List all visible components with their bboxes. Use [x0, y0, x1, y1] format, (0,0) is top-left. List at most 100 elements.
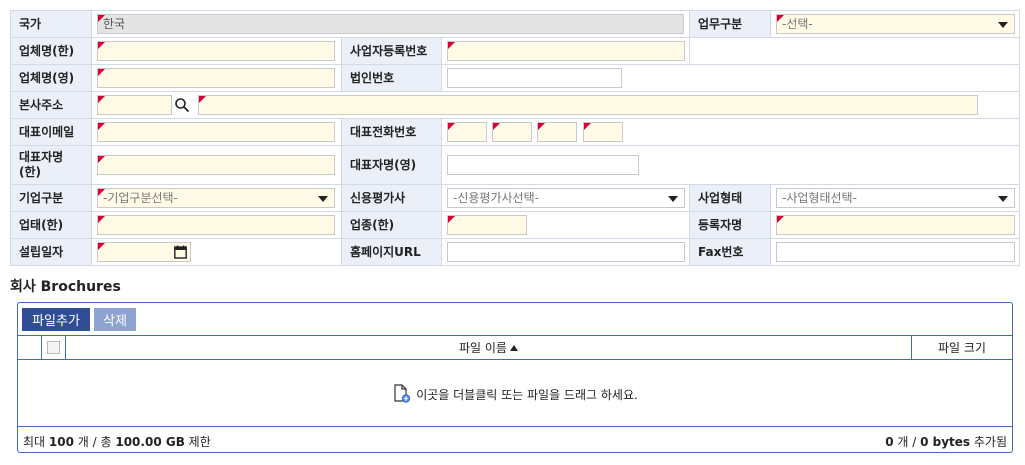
rep-phone-2-input[interactable]: [492, 122, 532, 142]
hq-address-cell: [91, 91, 1020, 119]
fax-input[interactable]: [776, 242, 1015, 262]
required-marker: [98, 96, 105, 103]
rep-name-kr-input[interactable]: [97, 155, 335, 175]
country-field: 한국: [97, 14, 684, 34]
business-form-select[interactable]: -사업형태선택-: [776, 188, 1015, 208]
required-marker: [98, 189, 105, 196]
fax-cell: [770, 238, 1020, 266]
credit-agency-cell: -신용평가사선택-: [441, 184, 690, 212]
country-value: 한국: [103, 17, 126, 31]
category-label: 업종(한): [341, 211, 442, 239]
company-name-en-label: 업체명(영): [10, 64, 92, 92]
credit-agency-label: 신용평가사: [341, 184, 442, 212]
add-file-button[interactable]: 파일추가: [22, 308, 90, 331]
biz-type-label: 업무구분: [689, 10, 771, 38]
uploader-footer: 최대 100 개 / 총 100.00 GB 제한 0 개 / 0 bytes …: [18, 426, 1012, 452]
rep-email-cell: [91, 118, 342, 146]
calendar-icon[interactable]: [174, 245, 187, 259]
chevron-down-icon: [998, 22, 1008, 28]
corp-no-label: 법인번호: [341, 64, 442, 92]
required-marker: [777, 216, 784, 223]
rep-phone-3-input[interactable]: [537, 122, 577, 142]
industry-input[interactable]: [97, 215, 335, 235]
rep-name-kr-cell: [91, 145, 342, 185]
category-input[interactable]: [447, 215, 527, 235]
registrant-cell: [770, 211, 1020, 239]
founded-date-input[interactable]: [97, 242, 191, 262]
category-cell: [441, 211, 690, 239]
rep-email-label: 대표이메일: [10, 118, 92, 146]
required-marker: [98, 216, 105, 223]
biz-reg-no-cell: [441, 37, 690, 65]
chevron-down-icon: [318, 196, 328, 202]
required-marker: [584, 123, 591, 130]
chevron-down-icon: [668, 196, 678, 202]
hq-address-label: 본사주소: [10, 91, 92, 119]
select-all-cell: [42, 336, 66, 359]
company-class-select[interactable]: -기업구분선택-: [97, 188, 335, 208]
select-all-checkbox[interactable]: [47, 341, 60, 354]
upload-status-text: 0 개 / 0 bytes 추가됨: [885, 435, 1007, 449]
file-grid-header: 파일 이름 파일 크기: [18, 335, 1012, 360]
company-name-en-cell: [91, 64, 342, 92]
rep-name-en-cell: [441, 145, 1020, 185]
required-marker: [448, 123, 455, 130]
biz-reg-no-input[interactable]: [447, 41, 685, 61]
founded-label: 설립일자: [10, 238, 92, 266]
required-marker: [98, 15, 105, 22]
corp-no-input[interactable]: [447, 68, 622, 88]
business-form-cell: -사업형태선택-: [770, 184, 1020, 212]
biz-type-select[interactable]: -선택-: [776, 14, 1015, 34]
rep-phone-label: 대표전화번호: [341, 118, 442, 146]
industry-label: 업태(한): [10, 211, 92, 239]
rep-phone-cell: [441, 118, 1020, 146]
company-name-en-input[interactable]: [97, 68, 335, 88]
rep-phone-4-input[interactable]: [583, 122, 623, 142]
company-class-cell: -기업구분선택-: [91, 184, 342, 212]
empty-cell: [689, 37, 1020, 65]
delete-button[interactable]: 삭제: [94, 308, 136, 331]
rep-name-en-input[interactable]: [447, 155, 639, 175]
file-uploader: 파일추가 삭제 파일 이름 파일 크기 이곳을 더블클릭 또는 파일을 드래그 …: [17, 302, 1013, 453]
required-marker: [777, 15, 784, 22]
address-input[interactable]: [198, 95, 978, 115]
row-number-header: [18, 336, 42, 359]
col-filesize[interactable]: 파일 크기: [912, 336, 1012, 359]
company-name-kr-cell: [91, 37, 342, 65]
upload-limit-text: 최대 100 개 / 총 100.00 GB 제한: [23, 435, 211, 449]
country-cell: 한국: [91, 10, 690, 38]
required-marker: [493, 123, 500, 130]
biz-reg-no-label: 사업자등록번호: [341, 37, 442, 65]
country-label: 국가: [10, 10, 92, 38]
required-marker: [98, 69, 105, 76]
drop-zone[interactable]: 이곳을 더블클릭 또는 파일을 드래그 하세요.: [18, 361, 1012, 427]
corp-no-cell: [441, 64, 1020, 92]
homepage-label: 홈페이지URL: [341, 238, 442, 266]
registrant-input[interactable]: [776, 215, 1015, 235]
credit-agency-select[interactable]: -신용평가사선택-: [447, 188, 685, 208]
fax-label: Fax번호: [689, 238, 771, 266]
founded-cell: [91, 238, 342, 266]
homepage-cell: [441, 238, 690, 266]
company-name-kr-label: 업체명(한): [10, 37, 92, 65]
required-marker: [98, 42, 105, 49]
company-name-kr-input[interactable]: [97, 41, 335, 61]
zipcode-input[interactable]: [97, 95, 172, 115]
required-marker: [98, 243, 105, 250]
registrant-label: 등록자명: [689, 211, 771, 239]
required-marker: [98, 123, 105, 130]
file-add-icon: [394, 384, 411, 403]
col-filename[interactable]: 파일 이름: [66, 336, 912, 359]
required-marker: [199, 96, 206, 103]
required-marker: [98, 156, 105, 163]
homepage-input[interactable]: [447, 242, 685, 262]
rep-email-input[interactable]: [97, 122, 335, 142]
rep-phone-1-input[interactable]: [447, 122, 487, 142]
industry-cell: [91, 211, 342, 239]
required-marker: [538, 123, 545, 130]
business-form-label: 사업형태: [689, 184, 771, 212]
rep-name-en-label: 대표자명(영): [341, 145, 442, 185]
required-marker: [448, 216, 455, 223]
search-icon[interactable]: [174, 97, 190, 113]
rep-name-kr-label: 대표자명(한): [10, 145, 92, 185]
